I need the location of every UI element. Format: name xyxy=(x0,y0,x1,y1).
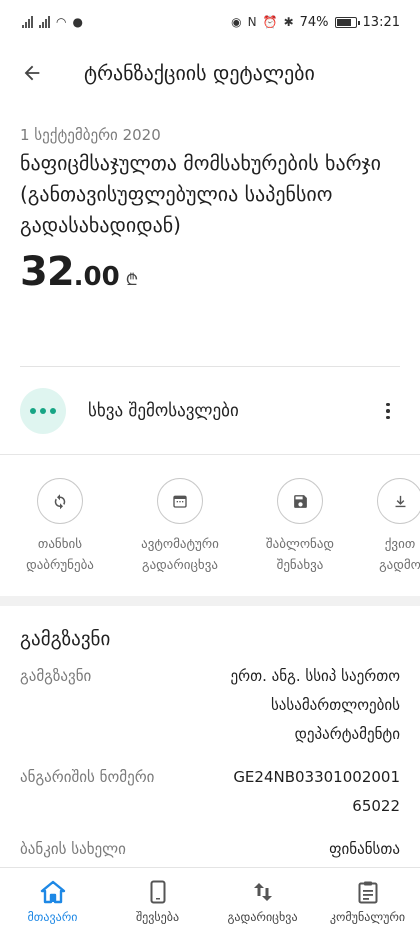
refund-label: თანხის დაბრუნება xyxy=(26,537,94,573)
divider xyxy=(0,454,420,455)
refresh-icon xyxy=(37,478,83,524)
account-number-value[interactable]: GE24NB03301002001 65022 xyxy=(180,763,400,821)
messenger-icon: ● xyxy=(72,15,83,29)
dots-icon xyxy=(20,388,66,434)
status-bar-right: ◉ N ⏰ ✱ 74% 13:21 xyxy=(231,15,400,30)
nav-topup-label: შევსება xyxy=(135,909,180,924)
auto-transfer-label: ავტომატური გადარიცხვა xyxy=(141,537,219,573)
save-template-label: შაბლონად შენახვა xyxy=(265,537,335,573)
nav-home[interactable]: მთავარი xyxy=(0,868,105,934)
clock: 13:21 xyxy=(362,14,400,30)
eye-icon: ◉ xyxy=(231,15,242,29)
auto-transfer-action[interactable]: ავტომატური გადარიცხვა xyxy=(120,478,240,576)
battery-percent: 74% xyxy=(299,14,329,30)
nfc-icon: N xyxy=(247,15,257,29)
detail-row: გამგზავნი ერთ. ანგ. სსიპ საერთო სასამართ… xyxy=(20,662,400,749)
calendar-icon xyxy=(157,478,203,524)
signal-icon xyxy=(22,16,33,28)
transfer-arrows-icon xyxy=(252,879,274,905)
download-receipt-label: ქვით გადმო xyxy=(379,537,420,573)
sender-value: ერთ. ანგ. სსიპ საერთო სასამართლოების დეპ… xyxy=(230,667,400,743)
divider xyxy=(20,366,400,367)
download-icon xyxy=(377,478,420,524)
amount-decimal: .00 xyxy=(73,262,120,292)
detail-row: ანგარიშის ნომერი GE24NB03301002001 65022 xyxy=(20,763,400,821)
more-options-icon[interactable] xyxy=(376,402,400,420)
amount-integer: 32 xyxy=(20,249,75,295)
nav-transfer-label: გადარიცხვა xyxy=(227,909,298,924)
refund-action[interactable]: თანხის დაბრუნება xyxy=(0,478,120,576)
nav-topup[interactable]: შევსება xyxy=(105,868,210,934)
arrow-left-icon xyxy=(24,65,40,81)
app-header: ტრანზაქციის დეტალები xyxy=(0,44,420,102)
phone-icon xyxy=(150,879,166,905)
transaction-description: ნაფიცმსაჯულთა მომსახურების ხარჯი (განთავ… xyxy=(20,151,381,237)
home-icon xyxy=(40,879,66,905)
status-bar-left: ◠ ● xyxy=(22,15,83,29)
transaction-date: 1 სექტემბერი 2020 xyxy=(20,126,161,144)
currency-symbol: ₾ xyxy=(125,270,139,289)
category-row[interactable]: სხვა შემოსავლები xyxy=(0,386,420,436)
nav-utilities[interactable]: კომუნალური xyxy=(315,868,420,934)
download-receipt-action[interactable]: ქვით გადმო xyxy=(340,478,420,576)
actions-row: თანხის დაბრუნება ავტომატური გადარიცხვა შ… xyxy=(0,478,420,588)
category-label: სხვა შემოსავლები xyxy=(88,401,239,421)
clipboard-icon xyxy=(358,879,378,905)
bluetooth-icon: ✱ xyxy=(283,15,294,29)
section-separator xyxy=(0,596,420,606)
save-icon xyxy=(277,478,323,524)
status-bar: ◠ ● ◉ N ⏰ ✱ 74% 13:21 xyxy=(0,0,420,44)
bottom-navigation: მთავარი შევსება გადარიცხვა კომუნალური xyxy=(0,867,420,934)
alarm-icon: ⏰ xyxy=(262,15,278,29)
nav-transfer[interactable]: გადარიცხვა xyxy=(210,868,315,934)
nav-utilities-label: კომუნალური xyxy=(329,909,406,924)
page-title: ტრანზაქციის დეტალები xyxy=(84,61,315,85)
nav-home-label: მთავარი xyxy=(27,909,78,924)
battery-icon xyxy=(334,16,360,28)
account-number-label: ანგარიშის ნომერი xyxy=(20,768,155,786)
transaction-amount: 32 .00 ₾ xyxy=(20,249,400,295)
sender-section: გამგზავნი გამგზავნი ერთ. ანგ. სსიპ საერთ… xyxy=(20,628,400,907)
signal-icon-2 xyxy=(39,16,50,28)
sender-section-title: გამგზავნი xyxy=(20,628,111,650)
wifi-icon: ◠ xyxy=(56,15,67,29)
sender-label: გამგზავნი xyxy=(20,667,92,685)
back-button[interactable] xyxy=(0,44,64,102)
transaction-summary: 1 სექტემბერი 2020 ნაფიცმსაჯულთა მომსახურ… xyxy=(20,126,400,295)
